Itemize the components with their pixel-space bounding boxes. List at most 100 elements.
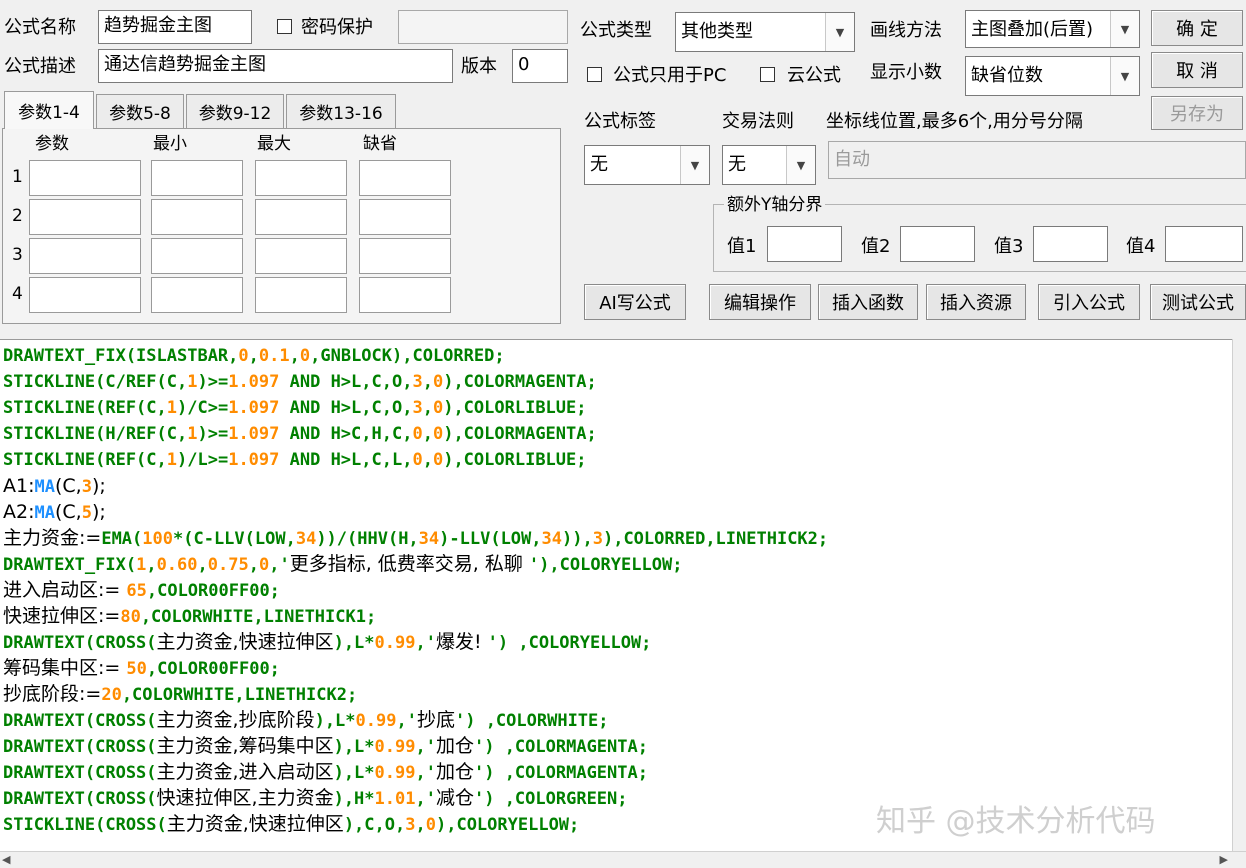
code-token: ') ,COLORGREEN; (473, 789, 628, 809)
code-line[interactable]: STICKLINE(H/REF(C,1)>=1.097 AND H>C,H,C,… (3, 421, 597, 447)
code-token: 1 (136, 555, 147, 575)
chevron-down-icon[interactable]: ▼ (1110, 11, 1139, 47)
param-max-cell[interactable] (255, 277, 347, 313)
param-row-number: 4 (12, 284, 23, 304)
trade-rule-value: 无 (728, 154, 746, 175)
edit-operation-button[interactable]: 编辑操作 (709, 284, 811, 320)
code-token: ),COLORMAGENTA; (443, 372, 597, 392)
scroll-right-icon[interactable]: ▶ (1220, 853, 1228, 866)
insert-function-button[interactable]: 插入函数 (818, 284, 918, 320)
chevron-down-icon[interactable]: ▼ (786, 146, 815, 184)
cloud-checkbox[interactable] (760, 67, 775, 82)
chevron-down-icon[interactable]: ▼ (825, 13, 854, 51)
password-checkbox[interactable] (277, 19, 292, 34)
formula-desc-field[interactable]: 通达信趋势掘金主图 (98, 49, 453, 83)
trade-rule-select[interactable]: 无 ▼ (722, 145, 816, 185)
formula-name-field[interactable]: 趋势掘金主图 (98, 10, 252, 44)
insert-resource-button[interactable]: 插入资源 (926, 284, 1026, 320)
cancel-button[interactable]: 取 消 (1151, 52, 1243, 88)
version-field[interactable]: 0 (512, 49, 568, 83)
code-token: DRAWTEXT_FIX( (3, 555, 137, 575)
code-editor[interactable]: DRAWTEXT_FIX(ISLASTBAR,0,0.1,0,GNBLOCK),… (0, 339, 1232, 852)
code-token: 0.60 (156, 555, 198, 575)
pc-only-checkbox[interactable] (587, 67, 602, 82)
formula-name-label: 公式名称 (4, 17, 76, 38)
value1-field[interactable] (767, 226, 842, 262)
draw-method-select[interactable]: 主图叠加(后置) ▼ (965, 10, 1140, 48)
scroll-left-icon[interactable]: ◀ (2, 853, 10, 866)
tab-params-9-12[interactable]: 参数9-12 (186, 94, 284, 128)
param-min-cell[interactable] (151, 160, 243, 196)
code-token: )-LLV(LOW, (439, 529, 542, 549)
code-line[interactable]: 主力资金:=EMA(100*(C-LLV(LOW,34))/(HHV(H,34)… (3, 525, 828, 551)
ai-write-formula-button[interactable]: AI写公式 (584, 284, 686, 320)
code-token: 抄底 (416, 709, 455, 731)
param-name-cell[interactable] (29, 199, 141, 235)
horizontal-scrollbar[interactable]: ◀ ▶ (0, 851, 1246, 868)
import-formula-button[interactable]: 引入公式 (1038, 284, 1140, 320)
code-line[interactable]: DRAWTEXT(CROSS(主力资金,进入启动区),L*0.99,'加仓') … (3, 759, 648, 785)
code-token: ,' (269, 555, 290, 575)
param-max-cell[interactable] (255, 160, 347, 196)
param-min-cell[interactable] (151, 199, 243, 235)
code-line[interactable]: DRAWTEXT(CROSS(快速拉伸区,主力资金),H*1.01,'减仓') … (3, 785, 628, 811)
param-max-cell[interactable] (255, 238, 347, 274)
code-line[interactable]: STICKLINE(REF(C,1)/L>=1.097 AND H>L,C,L,… (3, 447, 587, 473)
code-token: ),L* (333, 763, 375, 783)
watermark: 知乎 @技术分析代码 (876, 804, 1156, 839)
code-token: 筹码集中区:= (3, 657, 127, 679)
tab-params-13-16[interactable]: 参数13-16 (286, 94, 396, 128)
code-line[interactable]: STICKLINE(REF(C,1)/C>=1.097 AND H>L,C,O,… (3, 395, 587, 421)
test-formula-button[interactable]: 测试公式 (1150, 284, 1246, 320)
axis-position-field[interactable]: 自动 (828, 141, 1246, 179)
code-token: ),C,O, (343, 815, 406, 835)
param-default-cell[interactable] (359, 277, 451, 313)
param-name-cell[interactable] (29, 160, 141, 196)
formula-tag-select[interactable]: 无 ▼ (584, 145, 710, 185)
code-token: DRAWTEXT(CROSS( (3, 789, 157, 809)
param-min-cell[interactable] (151, 238, 243, 274)
code-token: STICKLINE(CROSS( (3, 815, 167, 835)
ok-button[interactable]: 确 定 (1151, 10, 1243, 46)
code-line[interactable]: DRAWTEXT_FIX(1,0.60,0.75,0,'更多指标, 低费率交易,… (3, 551, 682, 577)
param-default-cell[interactable] (359, 160, 451, 196)
code-line[interactable]: STICKLINE(C/REF(C,1)>=1.097 AND H>L,C,O,… (3, 369, 597, 395)
code-token: , (289, 346, 300, 366)
code-line[interactable]: DRAWTEXT_FIX(ISLASTBAR,0,0.1,0,GNBLOCK),… (3, 343, 505, 369)
param-name-cell[interactable] (29, 238, 141, 274)
code-line[interactable]: A2:MA(C,5); (3, 499, 106, 525)
code-token: 快速拉伸区,主力资金 (156, 787, 334, 809)
code-line[interactable]: DRAWTEXT(CROSS(主力资金,快速拉伸区),L*0.99,'爆发! '… (3, 629, 651, 655)
code-line[interactable]: 抄底阶段:=20,COLORWHITE,LINETHICK2; (3, 681, 357, 707)
chevron-down-icon[interactable]: ▼ (1110, 57, 1139, 95)
code-token: 3 (405, 815, 416, 835)
param-min-cell[interactable] (151, 277, 243, 313)
param-max-cell[interactable] (255, 199, 347, 235)
code-token: AND H>C,H,C, (279, 424, 413, 444)
param-default-cell[interactable] (359, 199, 451, 235)
code-line[interactable]: 筹码集中区:= 50,COLOR00FF00; (3, 655, 280, 681)
code-token: 主力资金,筹码集中区 (156, 735, 334, 757)
code-token: 34 (541, 529, 562, 549)
password-field[interactable] (398, 10, 568, 44)
code-line[interactable]: DRAWTEXT(CROSS(主力资金,筹码集中区),L*0.99,'加仓') … (3, 733, 648, 759)
vertical-scrollbar[interactable] (1232, 339, 1246, 851)
param-default-cell[interactable] (359, 238, 451, 274)
value4-field[interactable] (1165, 226, 1243, 262)
value3-field[interactable] (1033, 226, 1108, 262)
code-line[interactable]: 快速拉伸区:=80,COLORWHITE,LINETHICK1; (3, 603, 376, 629)
code-line[interactable]: DRAWTEXT(CROSS(主力资金,抄底阶段),L*0.99,'抄底') ,… (3, 707, 609, 733)
tab-params-5-8[interactable]: 参数5-8 (96, 94, 184, 128)
code-line[interactable]: 进入启动区:= 65,COLOR00FF00; (3, 577, 280, 603)
code-token: STICKLINE(REF(C, (3, 450, 167, 470)
chevron-down-icon[interactable]: ▼ (680, 146, 709, 184)
code-line[interactable]: STICKLINE(CROSS(主力资金,快速拉伸区),C,O,3,0),COL… (3, 811, 579, 837)
decimal-select[interactable]: 缺省位数 ▼ (965, 56, 1140, 96)
value2-field[interactable] (900, 226, 975, 262)
formula-type-select[interactable]: 其他类型 ▼ (675, 12, 855, 52)
save-as-button[interactable]: 另存为 (1151, 96, 1243, 130)
param-name-cell[interactable] (29, 277, 141, 313)
code-line[interactable]: A1:MA(C,3); (3, 473, 106, 499)
code-token: 主力资金,抄底阶段 (156, 709, 315, 731)
tab-params-1-4[interactable]: 参数1-4 (4, 91, 94, 129)
